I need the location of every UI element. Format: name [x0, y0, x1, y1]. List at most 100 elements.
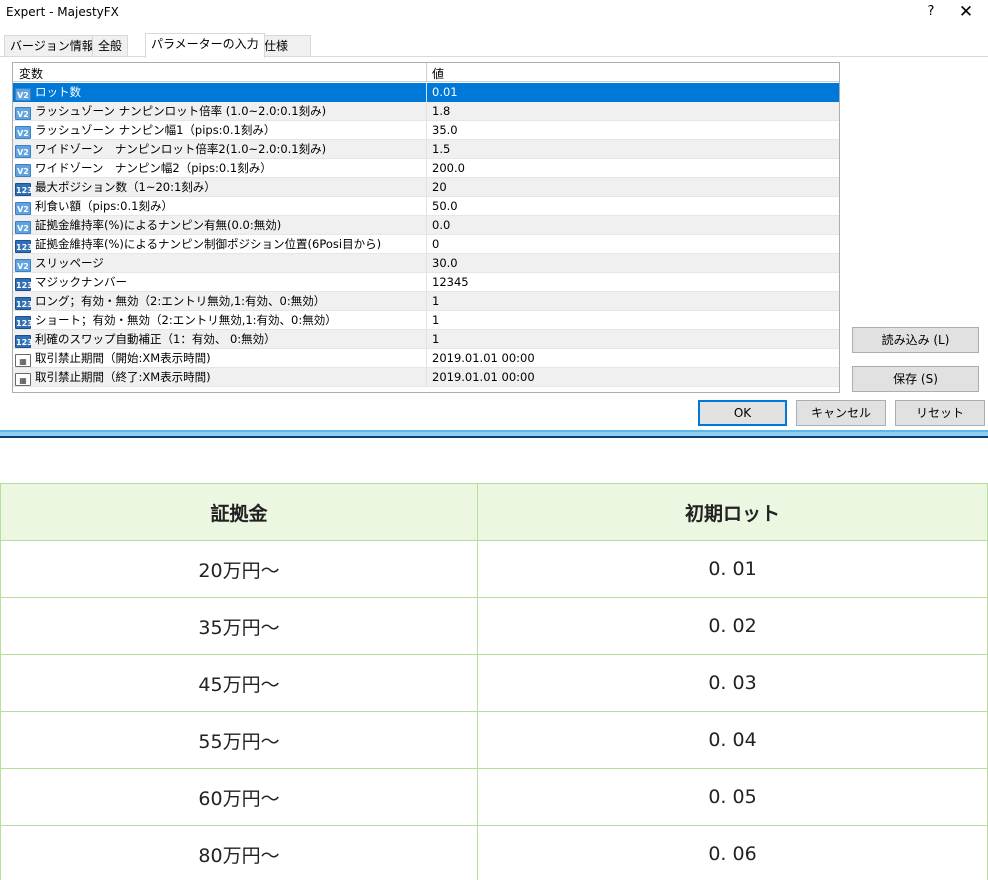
- deposit-cell: 55万円～: [0, 711, 478, 769]
- grid-row[interactable]: V2 スリッページ 30.0: [13, 254, 839, 273]
- parameter-name: 123 証拠金維持率(%)によるナンピン制御ポジション位置(6Posi目から): [15, 235, 425, 254]
- cell-divider: [426, 349, 427, 368]
- tab-general[interactable]: 全般: [92, 35, 129, 57]
- grid-row[interactable]: 123 最大ポジション数（1~20:1刻み） 20: [13, 178, 839, 197]
- parameter-value[interactable]: 1: [432, 311, 439, 330]
- parameter-label: ラッシュゾーン ナンピンロット倍率 (1.0~2.0:0.1刻み): [35, 104, 327, 118]
- double-value-icon: V2: [15, 164, 31, 177]
- parameter-name: 123 ロング；有効・無効（2:エントリ無効,1:有効、0:無効）: [15, 292, 425, 311]
- column-divider[interactable]: [426, 63, 427, 82]
- parameter-value[interactable]: 35.0: [432, 121, 458, 140]
- parameter-label: ワイドゾーン ナンピンロット倍率2(1.0~2.0:0.1刻み): [35, 142, 327, 156]
- cell-divider: [426, 273, 427, 292]
- parameter-value[interactable]: 50.0: [432, 197, 458, 216]
- grid-row[interactable]: V2 ロット数 0.01: [13, 83, 839, 102]
- column-header-variable[interactable]: 変数: [19, 65, 43, 82]
- grid-row[interactable]: 123 ショート；有効・無効（2:エントリ無効,1:有効、0:無効） 1: [13, 311, 839, 330]
- deposit-lot-table: 証拠金 初期ロット 20万円～ 0. 01 35万円～ 0. 02 45万円～ …: [0, 483, 988, 880]
- close-icon[interactable]: ✕: [956, 2, 976, 22]
- grid-header: 変数 値: [13, 63, 839, 82]
- table-header-row: 証拠金 初期ロット: [0, 483, 988, 541]
- parameter-value[interactable]: 2019.01.01 00:00: [432, 349, 535, 368]
- image-separator-line: [0, 436, 988, 438]
- parameter-value[interactable]: 12345: [432, 273, 469, 292]
- parameter-value[interactable]: 1.8: [432, 102, 450, 121]
- parameter-label: 利食い額（pips:0.1刻み）: [35, 199, 173, 213]
- cell-divider: [426, 197, 427, 216]
- header-initial-lot: 初期ロット: [477, 483, 988, 541]
- parameter-label: ワイドゾーン ナンピン幅2（pips:0.1刻み）: [35, 161, 272, 175]
- grid-row[interactable]: V2 ワイドゾーン ナンピン幅2（pips:0.1刻み） 200.0: [13, 159, 839, 178]
- parameter-label: スリッページ: [35, 256, 104, 270]
- tab-input-parameters[interactable]: パラメーターの入力: [145, 33, 265, 58]
- cancel-button[interactable]: キャンセル: [796, 400, 886, 426]
- load-button[interactable]: 読み込み (L): [852, 327, 979, 353]
- cell-divider: [426, 178, 427, 197]
- grid-row[interactable]: ▦ 取引禁止期間（開始:XM表示時間) 2019.01.01 00:00: [13, 349, 839, 368]
- double-value-icon: V2: [15, 145, 31, 158]
- header-deposit: 証拠金: [0, 483, 478, 541]
- parameter-name: V2 利食い額（pips:0.1刻み）: [15, 197, 425, 216]
- parameter-label: 証拠金維持率(%)によるナンピン有無(0.0:無効): [35, 218, 282, 232]
- integer-value-icon: 123: [15, 316, 33, 329]
- lot-cell: 0. 05: [477, 768, 988, 826]
- grid-row[interactable]: V2 証拠金維持率(%)によるナンピン有無(0.0:無効) 0.0: [13, 216, 839, 235]
- parameter-name: 123 ショート；有効・無効（2:エントリ無効,1:有効、0:無効）: [15, 311, 425, 330]
- cell-divider: [426, 140, 427, 159]
- tab-specification[interactable]: 仕様: [258, 35, 311, 57]
- integer-value-icon: 123: [15, 278, 33, 291]
- row-divider: [13, 386, 839, 387]
- grid-row[interactable]: ▦ 取引禁止期間（終了:XM表示時間) 2019.01.01 00:00: [13, 368, 839, 387]
- grid-row[interactable]: V2 ラッシュゾーン ナンピンロット倍率 (1.0~2.0:0.1刻み) 1.8: [13, 102, 839, 121]
- parameter-value[interactable]: 2019.01.01 00:00: [432, 368, 535, 387]
- parameter-label: ロング；有効・無効（2:エントリ無効,1:有効、0:無効）: [35, 294, 326, 308]
- tab-bar: バージョン情報 全般 パラメーターの入力 仕様: [0, 33, 988, 58]
- parameter-label: 証拠金維持率(%)によるナンピン制御ポジション位置(6Posi目から): [35, 237, 382, 251]
- reset-button[interactable]: リセット: [895, 400, 985, 426]
- double-value-icon: V2: [15, 202, 31, 215]
- grid-row[interactable]: 123 ロング；有効・無効（2:エントリ無効,1:有効、0:無効） 1: [13, 292, 839, 311]
- parameter-value[interactable]: 1: [432, 292, 439, 311]
- lot-cell: 0. 02: [477, 597, 988, 655]
- parameter-name: 123 最大ポジション数（1~20:1刻み）: [15, 178, 425, 197]
- parameter-value[interactable]: 0: [432, 235, 439, 254]
- parameter-label: ショート；有効・無効（2:エントリ無効,1:有効、0:無効）: [35, 313, 337, 327]
- lot-cell: 0. 03: [477, 654, 988, 712]
- grid-row[interactable]: 123 マジックナンバー 12345: [13, 273, 839, 292]
- deposit-cell: 60万円～: [0, 768, 478, 826]
- parameter-name: V2 ワイドゾーン ナンピンロット倍率2(1.0~2.0:0.1刻み): [15, 140, 425, 159]
- parameter-value[interactable]: 1: [432, 330, 439, 349]
- integer-value-icon: 123: [15, 240, 33, 253]
- parameter-label: ラッシュゾーン ナンピン幅1（pips:0.1刻み）: [35, 123, 276, 137]
- cell-divider: [426, 254, 427, 273]
- cell-divider: [426, 121, 427, 140]
- double-value-icon: V2: [15, 88, 31, 101]
- grid-row[interactable]: V2 ワイドゾーン ナンピンロット倍率2(1.0~2.0:0.1刻み) 1.5: [13, 140, 839, 159]
- lot-cell: 0. 01: [477, 540, 988, 598]
- parameter-name: V2 ロット数: [15, 83, 425, 102]
- save-button[interactable]: 保存 (S): [852, 366, 979, 392]
- tab-version-info[interactable]: バージョン情報: [4, 35, 100, 57]
- cell-divider: [426, 216, 427, 235]
- cell-divider: [426, 330, 427, 349]
- parameter-value[interactable]: 1.5: [432, 140, 450, 159]
- grid-row[interactable]: V2 利食い額（pips:0.1刻み） 50.0: [13, 197, 839, 216]
- grid-row[interactable]: 123 利確のスワップ自動補正（1：有効、 0:無効） 1: [13, 330, 839, 349]
- help-button[interactable]: ?: [922, 2, 940, 22]
- parameter-value[interactable]: 0.01: [432, 83, 458, 102]
- cell-divider: [426, 292, 427, 311]
- grid-row[interactable]: 123 証拠金維持率(%)によるナンピン制御ポジション位置(6Posi目から) 0: [13, 235, 839, 254]
- ok-button[interactable]: OK: [698, 400, 787, 426]
- parameter-name: V2 ワイドゾーン ナンピン幅2（pips:0.1刻み）: [15, 159, 425, 178]
- grid-row[interactable]: V2 ラッシュゾーン ナンピン幅1（pips:0.1刻み） 35.0: [13, 121, 839, 140]
- parameter-value[interactable]: 0.0: [432, 216, 450, 235]
- cell-divider: [426, 83, 427, 102]
- parameter-name: ▦ 取引禁止期間（開始:XM表示時間): [15, 349, 425, 368]
- calendar-icon: ▦: [15, 373, 31, 386]
- parameter-value[interactable]: 200.0: [432, 159, 465, 178]
- parameter-value[interactable]: 20: [432, 178, 447, 197]
- column-header-value[interactable]: 値: [432, 65, 444, 82]
- parameter-value[interactable]: 30.0: [432, 254, 458, 273]
- parameter-label: 利確のスワップ自動補正（1：有効、 0:無効）: [35, 332, 276, 346]
- parameter-name: V2 スリッページ: [15, 254, 425, 273]
